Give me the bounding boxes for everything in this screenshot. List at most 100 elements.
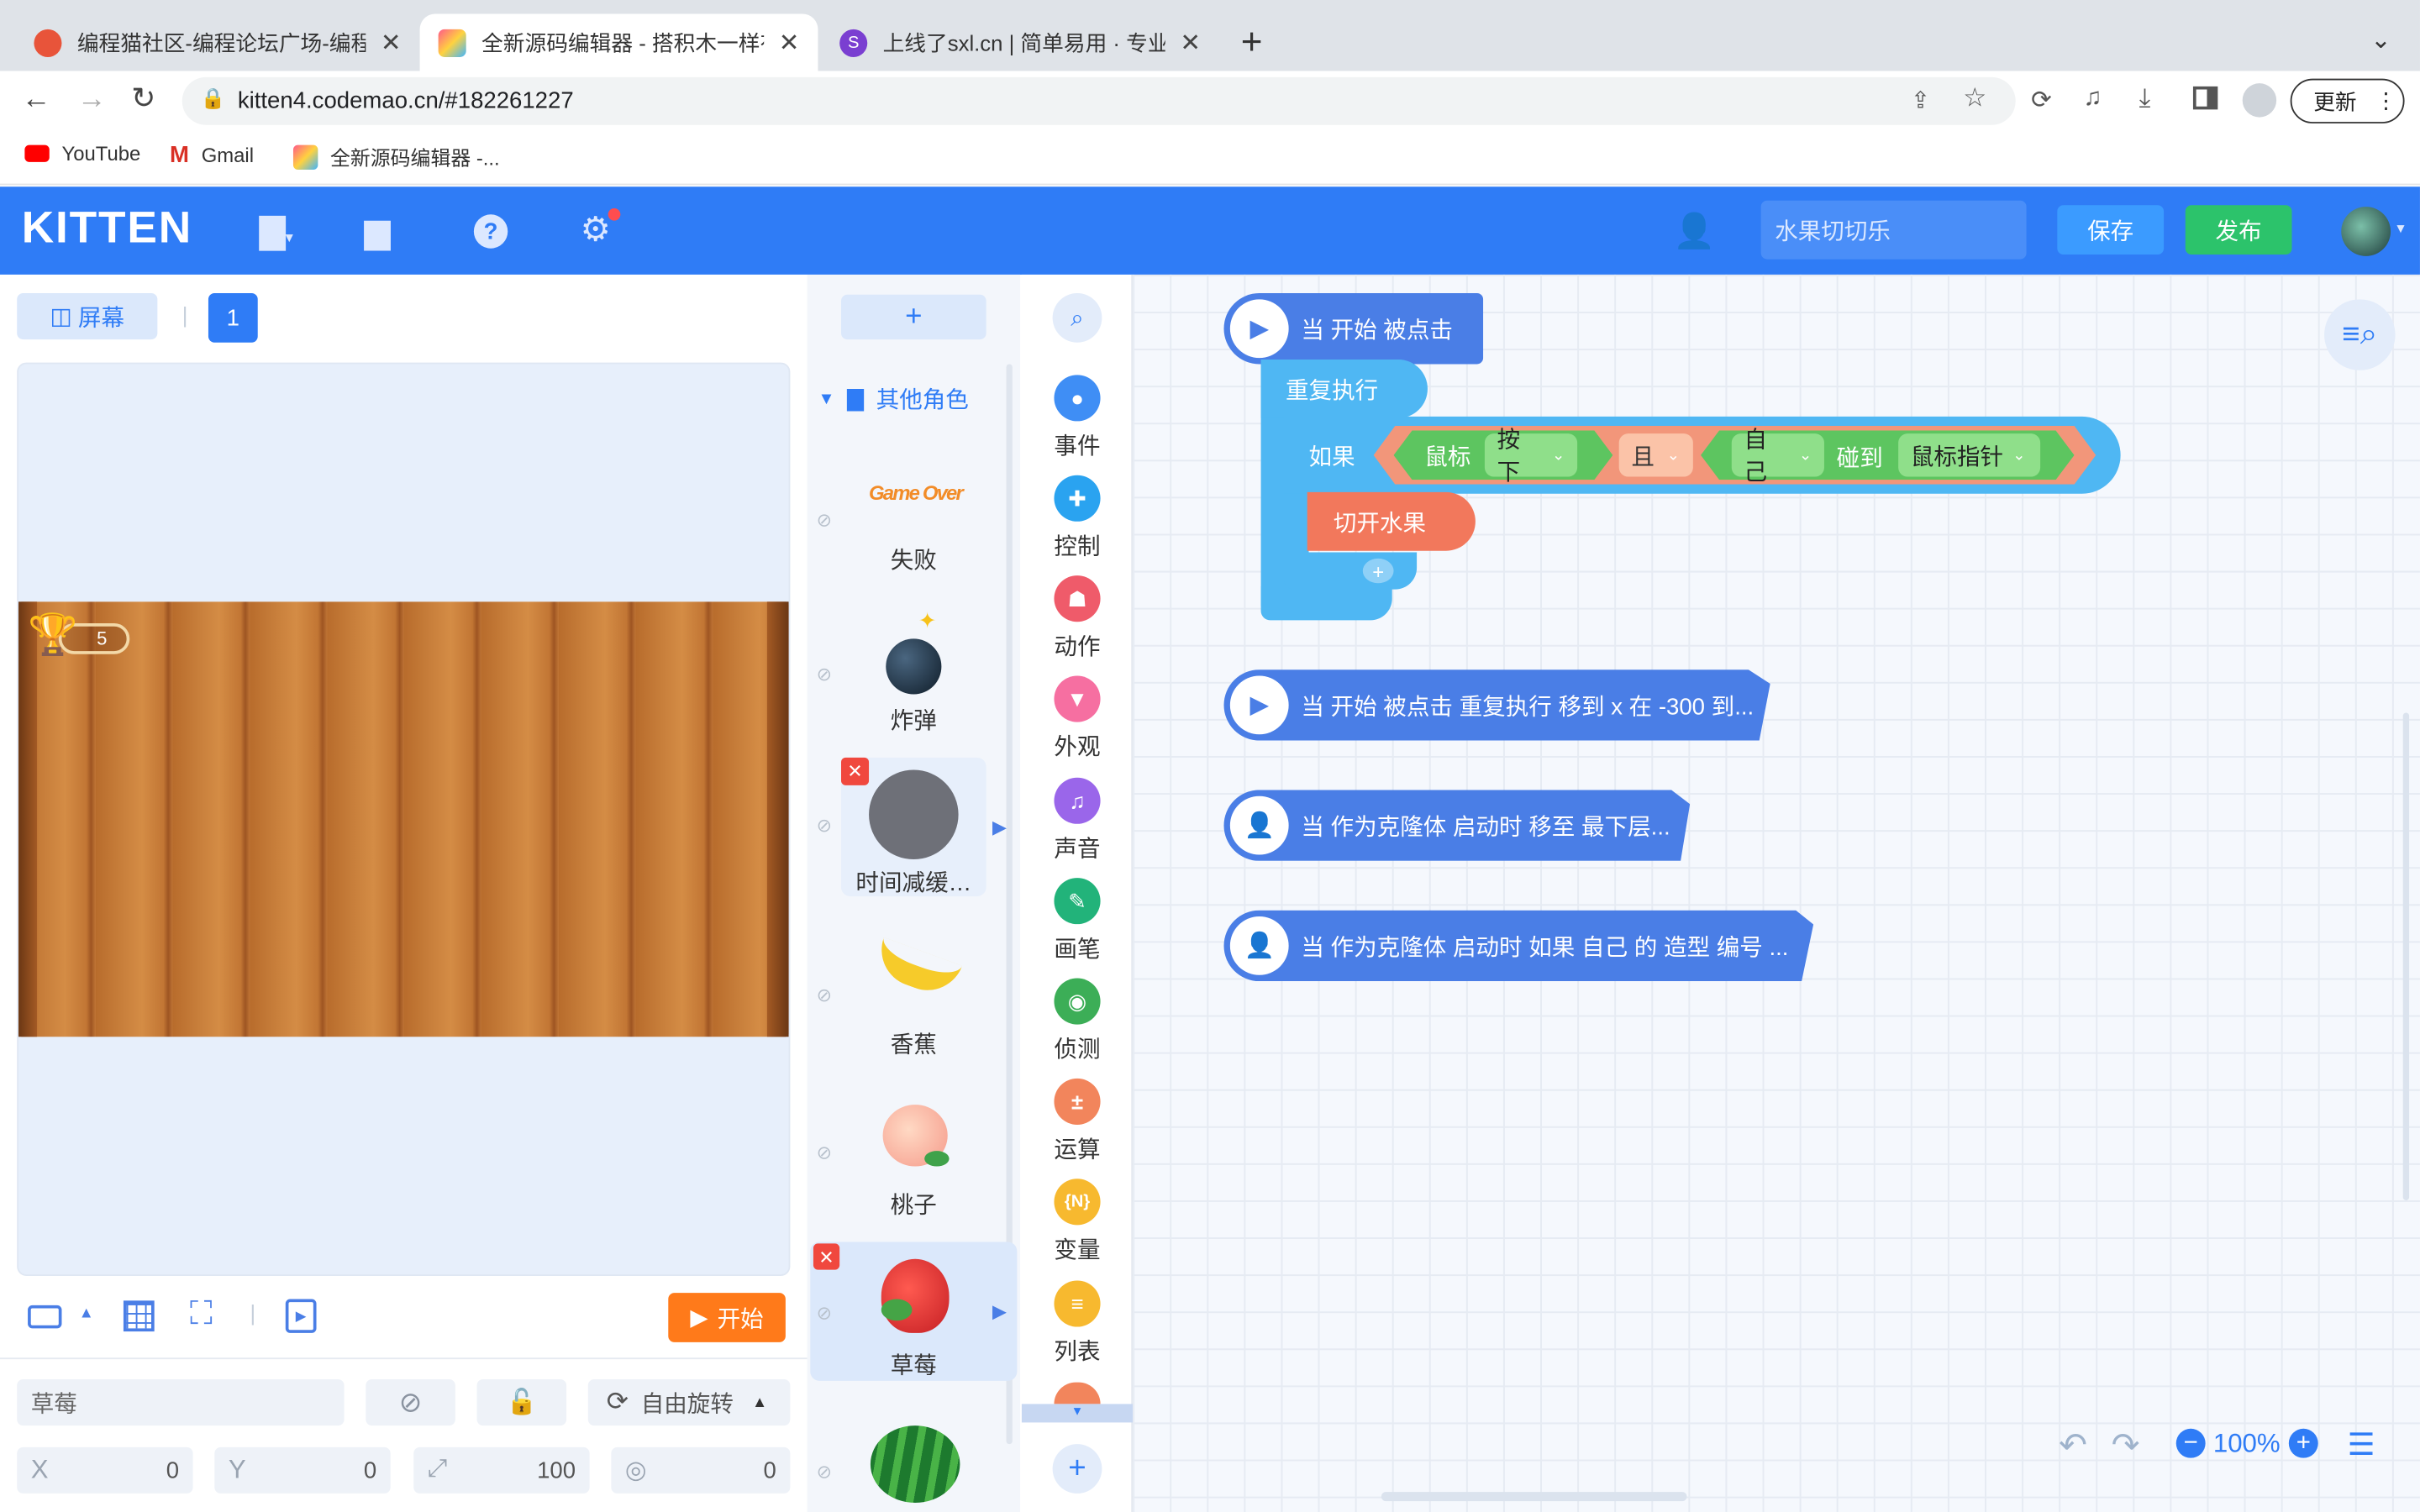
eye-off-icon[interactable]: ⊘: [817, 1142, 832, 1163]
redo-icon[interactable]: ↷: [2112, 1425, 2140, 1466]
sidepanel-icon[interactable]: [2192, 86, 2218, 110]
close-icon[interactable]: ✕: [381, 27, 402, 58]
category-motion[interactable]: ☗ 动作: [1022, 575, 1133, 668]
eye-off-icon[interactable]: ⊘: [817, 1461, 832, 1483]
arrange-blocks-icon[interactable]: ☰: [2348, 1425, 2375, 1464]
rotation-mode-select[interactable]: ⟳ 自由旋转 ▲: [587, 1379, 791, 1426]
category-variables[interactable]: {N} 变量: [1022, 1179, 1133, 1271]
zoom-out-icon[interactable]: −: [2175, 1428, 2206, 1458]
screen-number[interactable]: 1: [208, 292, 258, 343]
category-looks[interactable]: ▼ 外观: [1022, 675, 1133, 768]
fullscreen-icon[interactable]: ⛶: [190, 1296, 213, 1333]
x-field[interactable]: X 0: [17, 1446, 193, 1494]
new-tab-button[interactable]: +: [1241, 22, 1263, 65]
visibility-icon[interactable]: ⊘: [366, 1379, 455, 1426]
close-icon[interactable]: ✕: [1180, 27, 1201, 58]
url-field[interactable]: 🔒 kitten4.codemao.cn/#182261227: [182, 76, 2016, 125]
zoom-in-icon[interactable]: +: [2288, 1428, 2318, 1458]
undo-icon[interactable]: ↶: [2059, 1425, 2087, 1466]
eye-off-icon[interactable]: ⊘: [817, 815, 832, 837]
logic-operator-dropdown[interactable]: 且 ⌄: [1618, 433, 1693, 477]
scroll-down-icon[interactable]: ▼: [1021, 1404, 1134, 1423]
download-icon[interactable]: ⤓: [2139, 83, 2151, 114]
hat-block-start[interactable]: ▶ 当 开始 被点击: [1223, 292, 1484, 365]
update-button[interactable]: 更新 ⋮: [2290, 78, 2405, 123]
star-icon[interactable]: ☆: [1963, 83, 1986, 114]
sprite-item[interactable]: ⊘ ✦ 炸弹: [813, 608, 1017, 778]
collapsed-script-clone-costume[interactable]: 👤 当 作为克隆体 启动时 如果 自己 的 造型 编号 ...: [1223, 910, 1814, 982]
preview-icon[interactable]: ▶: [285, 1299, 317, 1333]
category-sound[interactable]: ♫ 声音: [1022, 777, 1133, 870]
collapsed-script-clone[interactable]: 👤 当 作为克隆体 启动时 移至 最下层...: [1223, 790, 1691, 861]
chevron-down-icon[interactable]: ⌄: [2370, 24, 2391, 55]
caret-right-icon[interactable]: ▶: [992, 816, 1007, 838]
browser-tab-active[interactable]: 全新源码编辑器 - 搭积木一样有趣 ✕: [419, 13, 818, 71]
horizontal-scrollbar[interactable]: [1381, 1492, 1687, 1502]
start-button[interactable]: ▶ 开始: [668, 1293, 786, 1342]
add-extension-button[interactable]: +: [1052, 1444, 1102, 1494]
category-events[interactable]: ● 事件: [1022, 375, 1133, 467]
caret-down-icon[interactable]: ▾: [2396, 221, 2404, 238]
bookmark-youtube[interactable]: YouTube: [24, 142, 140, 165]
browser-tab[interactable]: S 上线了sxl.cn | 简单易用 · 专业美 ✕: [821, 14, 1219, 71]
bookmark-gmail[interactable]: M Gmail: [170, 142, 254, 168]
category-lists[interactable]: ≡ 列表: [1022, 1280, 1133, 1373]
sprite-item[interactable]: ⊘ Game Over 失败: [813, 463, 1017, 623]
eye-off-icon[interactable]: ⊘: [817, 509, 832, 531]
sprite-item[interactable]: ⊘ 香蕉: [813, 937, 1017, 1099]
scale-field[interactable]: ⤢ 100: [413, 1446, 590, 1494]
sprite-item-active[interactable]: ⊘ 草莓: [813, 1252, 1017, 1413]
sprite-item[interactable]: ⊘ 桃子: [813, 1095, 1017, 1256]
reload-icon[interactable]: ↻: [131, 81, 155, 117]
extension-icon[interactable]: ⟳: [2031, 85, 2052, 116]
cut-fruit-block[interactable]: 切开水果: [1307, 491, 1476, 551]
help-icon[interactable]: ?: [473, 214, 508, 249]
forward-icon[interactable]: →: [77, 83, 107, 117]
folder-icon[interactable]: ▇▾: [260, 212, 293, 252]
category-control[interactable]: ✚ 控制: [1022, 475, 1133, 568]
profile-icon[interactable]: [2242, 83, 2277, 118]
category-sensing[interactable]: ◉ 侦测: [1022, 978, 1133, 1070]
caret-up-icon[interactable]: ▲: [79, 1305, 94, 1322]
category-pen[interactable]: ✎ 画笔: [1022, 878, 1133, 970]
share-icon[interactable]: ⇪: [1911, 87, 1930, 114]
find-block-icon[interactable]: ≡⌕: [2324, 299, 2396, 370]
delete-icon[interactable]: ✕: [813, 1243, 840, 1270]
close-icon[interactable]: ✕: [779, 27, 800, 58]
sprite-item[interactable]: ⊘ 时间减缓…: [813, 765, 1017, 926]
vertical-scrollbar[interactable]: [2402, 712, 2410, 1200]
stage-size-icon[interactable]: [28, 1305, 62, 1329]
caret-right-icon[interactable]: ▶: [992, 1300, 1007, 1322]
project-name-input[interactable]: 水果切切乐: [1760, 200, 2027, 260]
search-icon[interactable]: ⌕: [1052, 292, 1102, 343]
repeat-forever-block[interactable]: 重复执行: [1260, 359, 1428, 418]
publish-button[interactable]: 发布: [2185, 205, 2292, 255]
avatar[interactable]: [2341, 207, 2391, 256]
y-field[interactable]: Y 0: [214, 1446, 391, 1494]
eye-off-icon[interactable]: ⊘: [817, 664, 832, 685]
add-branch-icon[interactable]: +: [1362, 558, 1394, 584]
backpack-icon[interactable]: ▆: [364, 212, 390, 252]
mouse-state-dropdown[interactable]: 按下 ⌄: [1484, 428, 1578, 486]
touch-self-dropdown[interactable]: 自己 ⌄: [1731, 428, 1824, 486]
touch-target-dropdown[interactable]: 鼠标指针 ⌄: [1898, 433, 2041, 477]
add-sprite-button[interactable]: +: [841, 294, 986, 340]
eye-off-icon[interactable]: ⊘: [817, 984, 832, 1006]
grid-icon[interactable]: [123, 1300, 155, 1332]
bookmark-editor[interactable]: 全新源码编辑器 -...: [292, 142, 500, 171]
collapsed-script-start[interactable]: ▶ 当 开始 被点击 重复执行 移到 x 在 -300 到...: [1223, 669, 1770, 741]
delete-icon[interactable]: ✕: [841, 757, 870, 785]
lock-icon[interactable]: 🔓: [476, 1379, 567, 1426]
browser-tab[interactable]: 编程猫社区-编程论坛广场-编程学 ✕: [15, 14, 419, 71]
sprite-group[interactable]: ▼ ▇ 其他角色: [818, 383, 968, 416]
screen-tab[interactable]: ◫ 屏幕: [17, 292, 158, 340]
gear-icon[interactable]: ⚙: [581, 210, 611, 250]
add-collaborator-icon[interactable]: 👤: [1673, 212, 1715, 252]
direction-field[interactable]: ◎ 0: [611, 1446, 791, 1494]
media-icon[interactable]: ♫: [2084, 85, 2102, 113]
save-button[interactable]: 保存: [2057, 205, 2165, 255]
back-icon[interactable]: ←: [22, 83, 51, 117]
sprite-name-field[interactable]: 草莓: [17, 1379, 345, 1426]
category-operators[interactable]: ± 运算: [1022, 1078, 1133, 1171]
eye-off-icon[interactable]: ⊘: [817, 1302, 832, 1324]
